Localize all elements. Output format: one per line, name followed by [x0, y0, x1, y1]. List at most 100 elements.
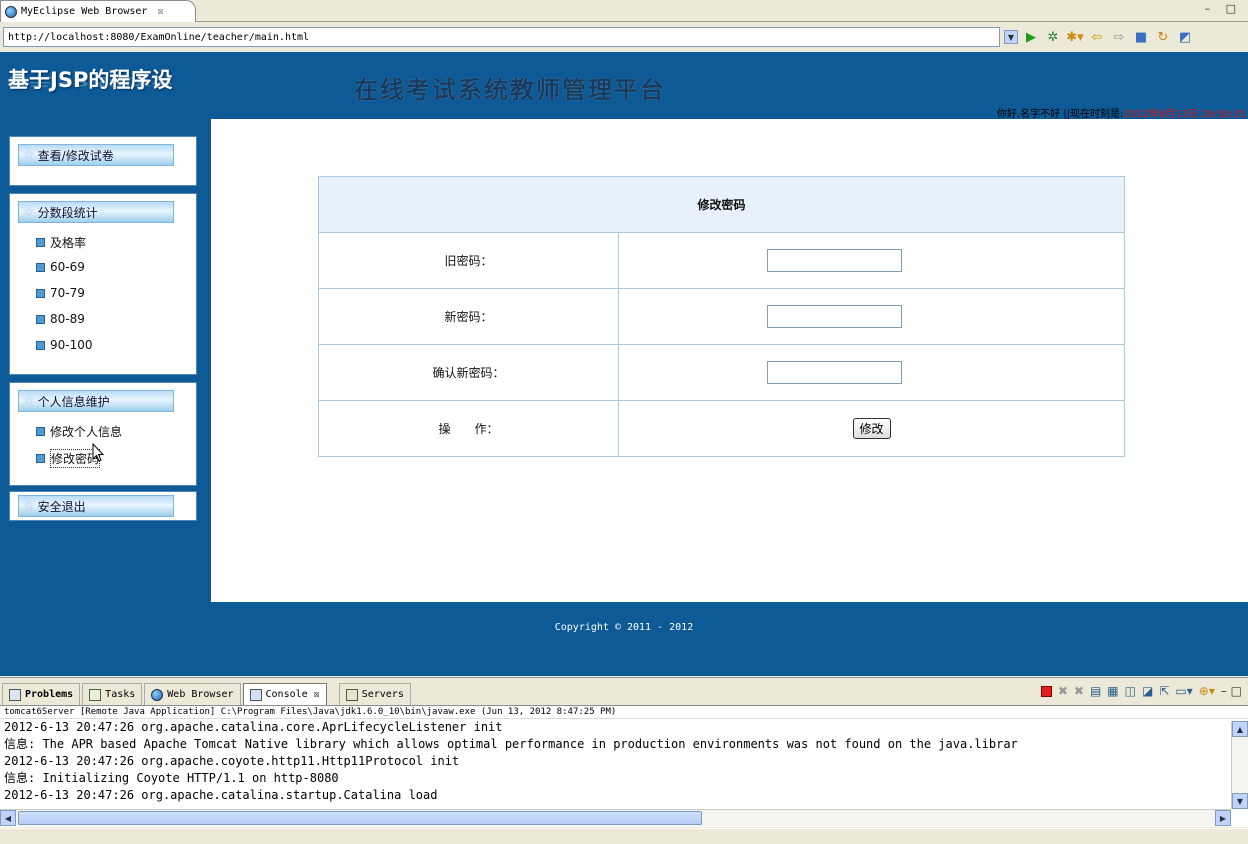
- platform-title: 在线考试系统教师管理平台: [354, 76, 666, 104]
- refresh-icon[interactable]: ↻: [1154, 28, 1172, 46]
- confirm-password-input[interactable]: [767, 361, 902, 384]
- main-content: 修改密码 旧密码： 新密码： 确认新密码： 操 作： 修改: [211, 119, 1248, 602]
- stop-icon[interactable]: ■: [1132, 28, 1150, 46]
- sidebar-item-90-100[interactable]: 90-100: [36, 338, 93, 352]
- sidebar-item-label: 70-79: [50, 286, 85, 300]
- scroll-down-button[interactable]: ▼: [1232, 793, 1248, 809]
- sidebar-head-logout[interactable]: ☆ 安全退出: [18, 495, 174, 517]
- sidebar-head-label: 个人信息维护: [37, 394, 110, 409]
- tab-label: Problems: [25, 689, 74, 700]
- sidebar-item-70-79[interactable]: 70-79: [36, 286, 85, 300]
- confirm-password-label: 确认新密码：: [318, 344, 619, 401]
- console-horizontal-scrollbar[interactable]: ◀ ▶: [0, 809, 1231, 826]
- user-greeting: 你好,名字不好 ||现在时刻是:2012年6月13日 20:50:31: [997, 105, 1246, 120]
- bullet-square-icon: [36, 288, 45, 298]
- sidebar-section-logout: ☆ 安全退出: [9, 491, 197, 521]
- sidebar-item-edit-profile[interactable]: 修改个人信息: [36, 423, 122, 440]
- sidebar-item-label: 60-69: [50, 260, 85, 274]
- console-line: 2012-6-13 20:47:26 org.apache.coyote.htt…: [4, 754, 460, 768]
- submit-change-button[interactable]: 修改: [852, 418, 891, 439]
- sidebar-item-label: 及格率: [50, 236, 87, 250]
- panel-tab-bar: Problems Tasks Web Browser Console ☒ Ser…: [0, 678, 1248, 706]
- scroll-lock-icon[interactable]: ▦: [1107, 684, 1118, 698]
- web-page: 基于JSP的程序设 基于JSP的程序设 在线考试系统教师管理平台 你好,名字不好…: [0, 52, 1248, 676]
- browser-settings-icon[interactable]: ◩: [1176, 28, 1194, 46]
- sidebar: ☆ 查看/修改试卷 ☆ 分数段统计 及格率 60-69 70-79 80-89 …: [0, 119, 211, 602]
- tasks-icon: [89, 688, 102, 701]
- sidebar-head-label: 查看/修改试卷: [37, 148, 114, 163]
- back-arrow-icon[interactable]: ⇦: [1088, 28, 1106, 46]
- sidebar-head-view-exams[interactable]: ☆ 查看/修改试卷: [18, 144, 174, 166]
- pin-console-icon[interactable]: ⇱: [1159, 684, 1169, 698]
- minimize-panel-icon[interactable]: – □: [1221, 684, 1242, 698]
- old-password-input[interactable]: [767, 249, 902, 272]
- terminate-icon[interactable]: [1040, 685, 1052, 697]
- scroll-right-button[interactable]: ▶: [1215, 810, 1231, 826]
- console-line: 信息: Initializing Coyote HTTP/1.1 on http…: [4, 771, 339, 785]
- sidebar-item-label: 80-89: [50, 312, 85, 326]
- sidebar-item-80-89[interactable]: 80-89: [36, 312, 85, 326]
- sidebar-head-label: 安全退出: [37, 499, 86, 514]
- tab-tasks[interactable]: Tasks: [82, 683, 143, 705]
- tab-servers[interactable]: Servers: [338, 683, 411, 705]
- new-password-cell: [618, 288, 1125, 345]
- run-icon[interactable]: ▶: [1022, 28, 1040, 46]
- show-on-stderr-icon[interactable]: ◪: [1142, 684, 1153, 698]
- globe-icon: [151, 688, 164, 701]
- url-bar: http://localhost:8080/ExamOnline/teacher…: [0, 23, 1248, 51]
- show-on-stdout-icon[interactable]: ◫: [1125, 684, 1136, 698]
- external-tools-icon[interactable]: ✱▾: [1066, 28, 1084, 46]
- scroll-left-button[interactable]: ◀: [0, 810, 16, 826]
- editor-tab-bar: MyEclipse Web Browser ☒ – □: [0, 0, 1248, 22]
- horizontal-scroll-thumb[interactable]: [18, 811, 702, 825]
- bullet-square-icon: [36, 314, 45, 324]
- remove-launch-icon[interactable]: ✖: [1058, 684, 1068, 698]
- open-console-icon[interactable]: ⊕▾: [1199, 684, 1215, 698]
- clear-console-icon[interactable]: ▤: [1090, 684, 1101, 698]
- console-output[interactable]: 2012-6-13 20:47:26 org.apache.catalina.c…: [0, 719, 1228, 811]
- sidebar-head-score-stats[interactable]: ☆ 分数段统计: [18, 201, 174, 223]
- tab-label: Console ☒: [265, 689, 320, 700]
- page-footer: Copyright © 2011 - 2012: [0, 602, 1248, 676]
- debug-icon[interactable]: ✲: [1044, 28, 1062, 46]
- web-browser-tab[interactable]: MyEclipse Web Browser ☒: [0, 0, 196, 22]
- url-dropdown-button[interactable]: ▼: [1004, 30, 1018, 44]
- old-password-cell: [618, 232, 1125, 289]
- servers-icon: [345, 688, 358, 701]
- tab-problems[interactable]: Problems: [2, 683, 81, 705]
- sidebar-head-personal-info[interactable]: ☆ 个人信息维护: [18, 390, 174, 412]
- operation-label: 操 作：: [318, 400, 619, 457]
- forward-arrow-icon[interactable]: ⇨: [1110, 28, 1128, 46]
- console-vertical-scrollbar[interactable]: ▲ ▼: [1231, 721, 1248, 809]
- display-console-icon[interactable]: ▭▾: [1175, 684, 1192, 698]
- url-input[interactable]: http://localhost:8080/ExamOnline/teacher…: [3, 27, 1000, 47]
- console-panel: Problems Tasks Web Browser Console ☒ Ser…: [0, 677, 1248, 827]
- star-icon: ☆: [23, 147, 35, 163]
- sidebar-item-label: 修改个人信息: [50, 425, 123, 439]
- tab-web-browser[interactable]: Web Browser: [144, 683, 241, 705]
- tab-console[interactable]: Console ☒: [242, 683, 327, 705]
- sidebar-item-change-password[interactable]: 修改密码: [36, 449, 101, 468]
- console-toolbar: ✖ ✖ ▤ ▦ ◫ ◪ ⇱ ▭▾ ⊕▾ – □: [1040, 684, 1242, 698]
- sidebar-section-personal-info: ☆ 个人信息维护 修改个人信息 修改密码: [9, 382, 197, 486]
- star-icon: ☆: [23, 498, 35, 514]
- console-line: 2012-6-13 20:47:26 org.apache.catalina.s…: [4, 788, 438, 802]
- sidebar-item-pass-rate[interactable]: 及格率: [36, 234, 86, 251]
- old-password-label: 旧密码：: [318, 232, 619, 289]
- new-password-input[interactable]: [767, 305, 902, 328]
- tab-close-icon[interactable]: ☒: [157, 6, 163, 17]
- sidebar-item-60-69[interactable]: 60-69: [36, 260, 85, 274]
- sidebar-section-exams: ☆ 查看/修改试卷: [9, 136, 197, 186]
- page-header: 基于JSP的程序设 基于JSP的程序设 在线考试系统教师管理平台 你好,名字不好…: [0, 52, 1248, 120]
- web-browser-tab-label: MyEclipse Web Browser: [21, 6, 148, 17]
- window-controls[interactable]: – □: [1205, 2, 1242, 15]
- status-bar: [0, 828, 1248, 844]
- copyright-text: Copyright © 2011 - 2012: [554, 622, 694, 633]
- remove-all-icon[interactable]: ✖: [1074, 684, 1084, 698]
- url-text: http://localhost:8080/ExamOnline/teacher…: [8, 31, 310, 43]
- scroll-up-button[interactable]: ▲: [1232, 721, 1248, 737]
- console-line: 2012-6-13 20:47:26 org.apache.catalina.c…: [4, 720, 503, 734]
- confirm-password-cell: [618, 344, 1125, 401]
- tab-label: Servers: [361, 689, 404, 700]
- globe-icon: [5, 5, 17, 18]
